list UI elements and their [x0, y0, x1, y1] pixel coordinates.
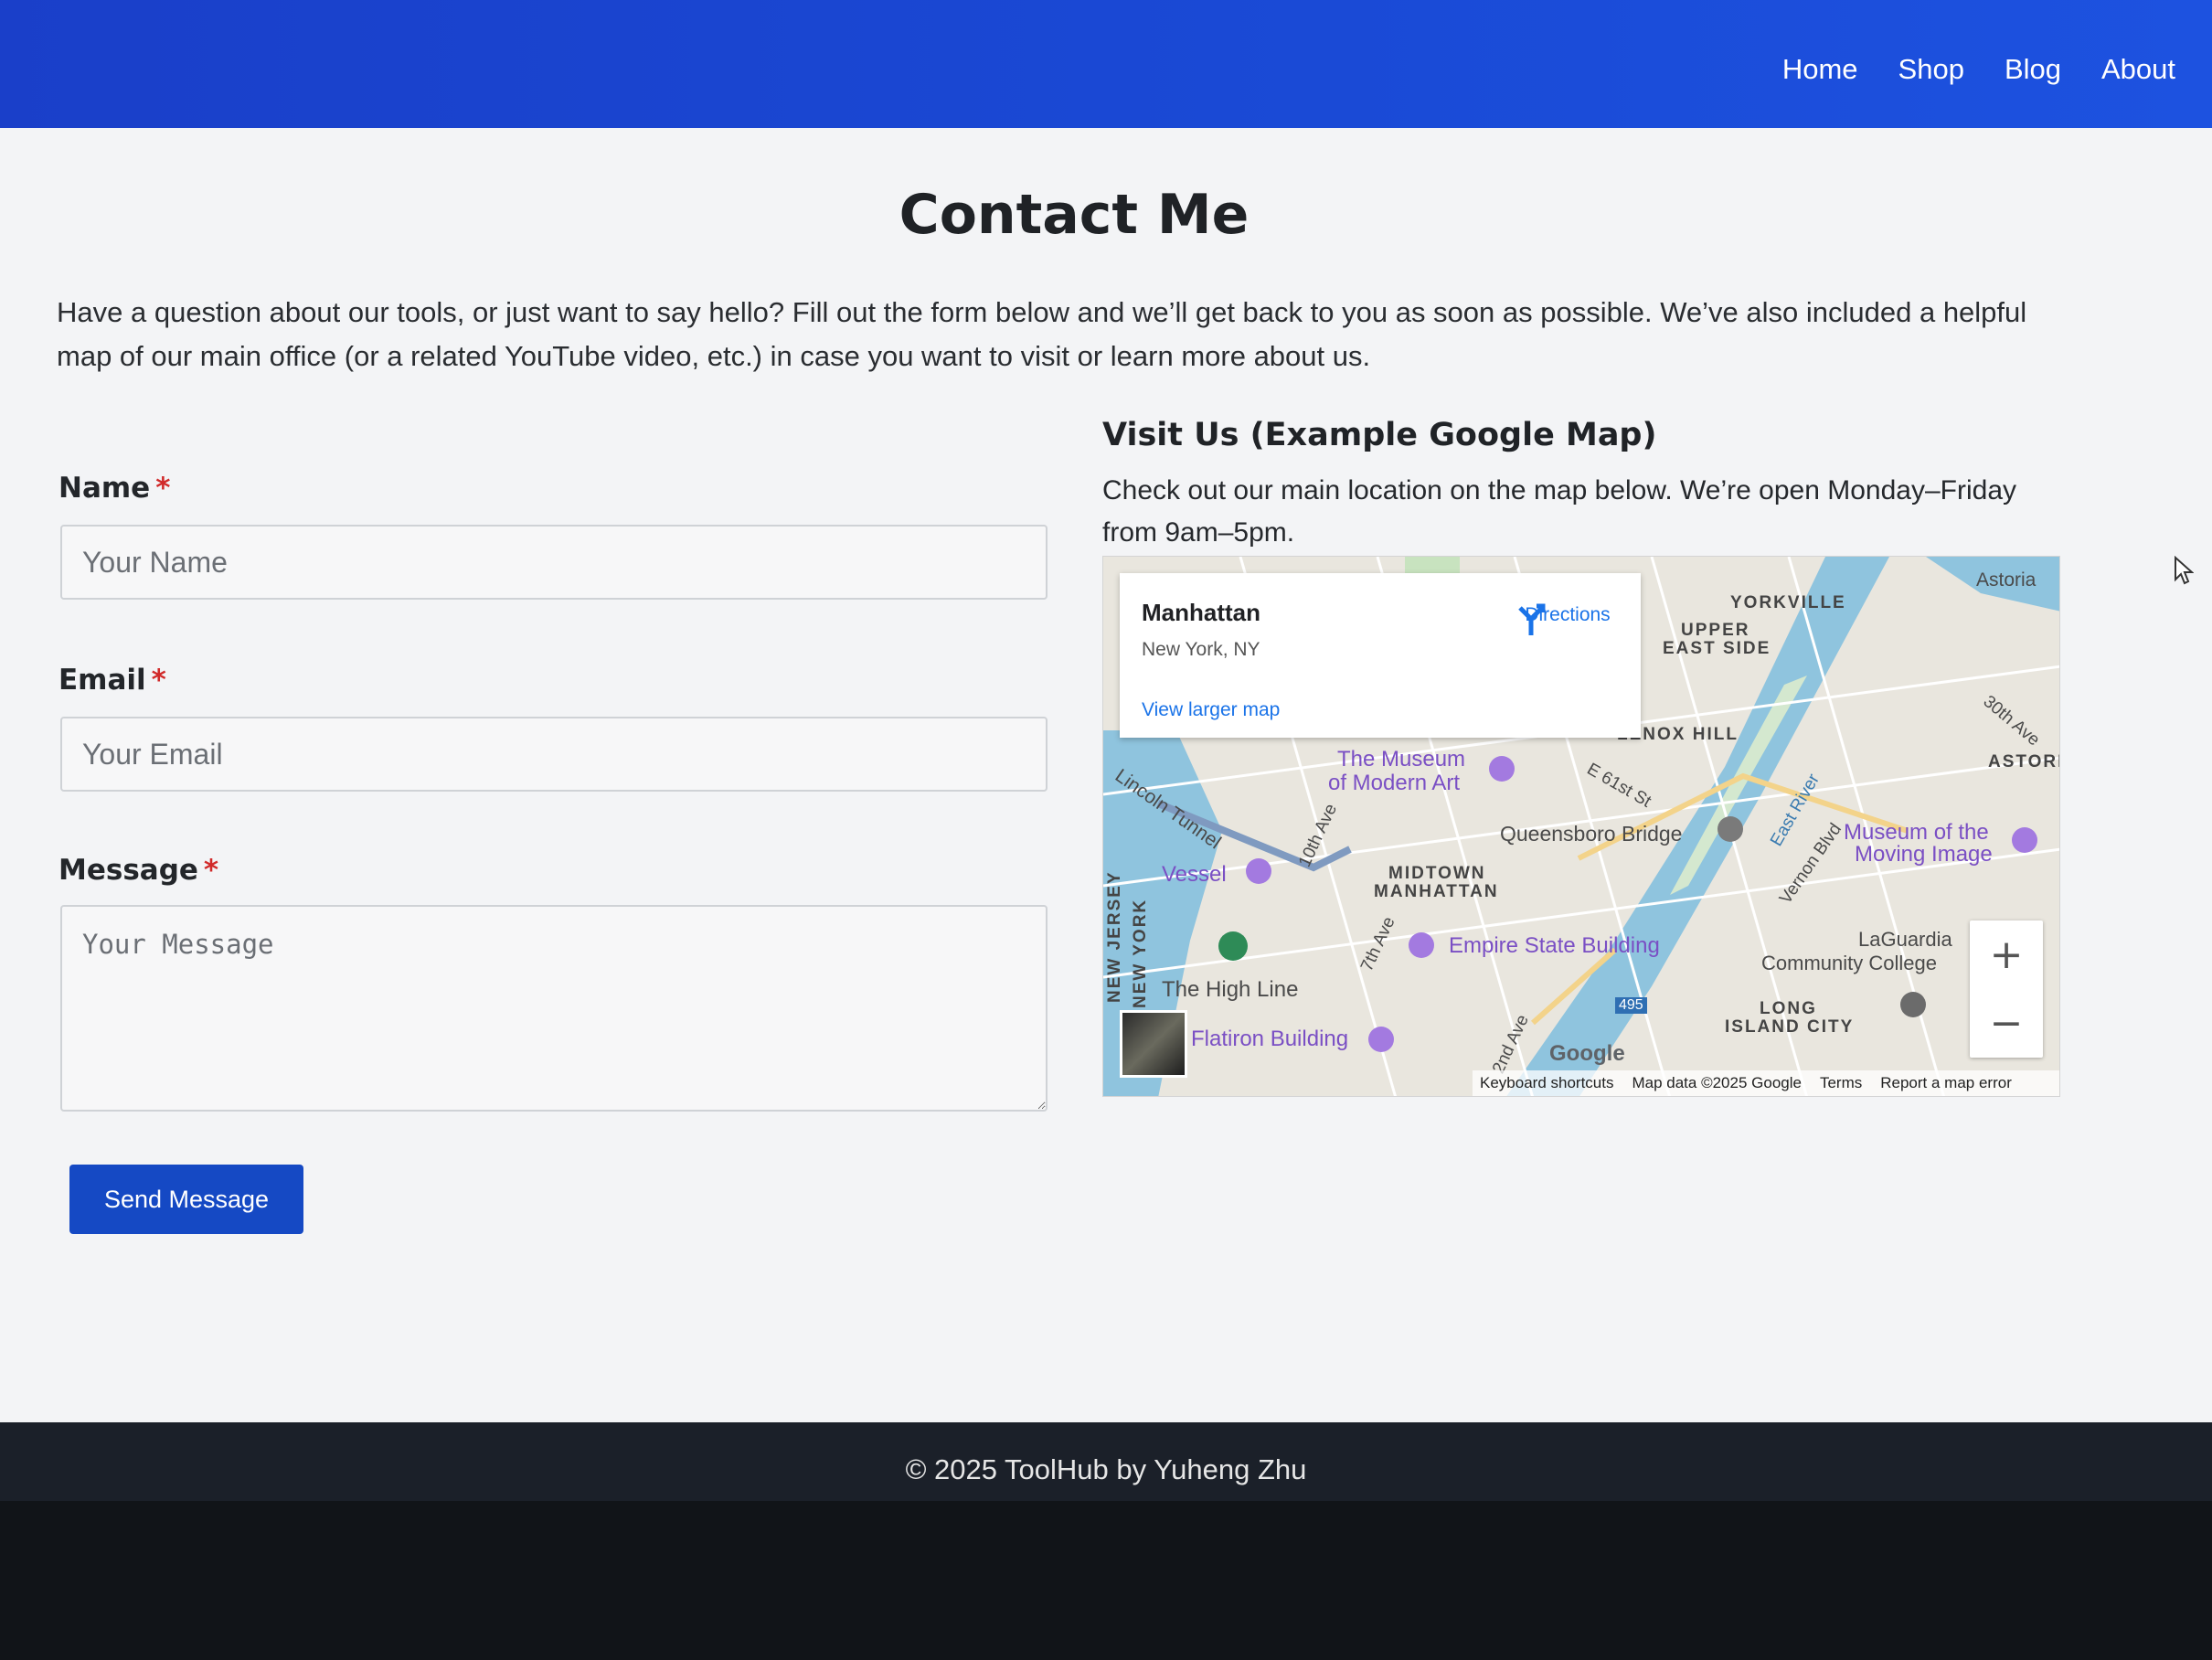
map-label-yorkville: YORKVILLE — [1730, 593, 1846, 612]
map-label-moving-image-2: Moving Image — [1855, 842, 1993, 867]
required-mark: * — [155, 472, 171, 505]
page-title: Contact Me — [899, 183, 1250, 247]
nav-blog-link[interactable]: Blog — [2005, 53, 2061, 86]
satellite-view-toggle[interactable] — [1120, 1010, 1187, 1078]
map-label-high-line: The High Line — [1162, 977, 1299, 1002]
google-map-embed[interactable]: YORKVILLE UPPER EAST SIDE LENOX HILL Ast… — [1102, 556, 2060, 1097]
send-message-button[interactable]: Send Message — [69, 1165, 303, 1234]
site-header: Home Shop Blog About — [0, 0, 2212, 128]
map-label-new-york: NEW YORK — [1131, 898, 1150, 1008]
map-label-midtown-2: MANHATTAN — [1374, 882, 1499, 901]
mouse-cursor-icon — [2175, 556, 2194, 585]
nav-home-link[interactable]: Home — [1782, 53, 1858, 86]
terms-link[interactable]: Terms — [1820, 1074, 1862, 1092]
map-data-text: Map data ©2025 Google — [1632, 1074, 1802, 1091]
intro-text: Have a question about our tools, or just… — [57, 296, 2027, 372]
map-label-moma-2: of Modern Art — [1328, 771, 1461, 795]
required-mark: * — [151, 664, 166, 697]
directions-button[interactable]: Directions — [1513, 601, 1622, 635]
map-label-empire-state: Empire State Building — [1449, 933, 1660, 958]
message-label-text: Message — [58, 854, 198, 887]
map-label-queensboro-bridge: Queensboro Bridge — [1500, 822, 1683, 846]
map-label-midtown: MIDTOWN — [1388, 864, 1486, 883]
map-label-upper-east-side: UPPER — [1681, 621, 1750, 640]
map-label-flatiron: Flatiron Building — [1191, 1027, 1349, 1051]
page-body: Home Shop Blog About Contact Me Have a q… — [0, 0, 2212, 1501]
visit-title: Visit Us (Example Google Map) — [1102, 417, 1657, 453]
name-label: Name * — [58, 472, 170, 505]
map-label-astoria: Astoria — [1976, 569, 2037, 591]
map-label-laguardia-2: Community College — [1761, 952, 1937, 974]
map-label-astoria-caps: ASTORI — [1988, 752, 2060, 771]
map-label-new-jersey: NEW JERSEY — [1105, 870, 1124, 1003]
map-info-card: Manhattan New York, NY Directions View l… — [1120, 573, 1641, 738]
zoom-in-button[interactable]: + — [1970, 920, 2043, 989]
directions-icon — [1518, 603, 1546, 635]
email-label: Email * — [58, 664, 166, 697]
email-label-text: Email — [58, 664, 146, 697]
map-label-long-island: LONG — [1760, 999, 1817, 1018]
message-label: Message * — [58, 854, 218, 887]
map-label-vessel: Vessel — [1162, 862, 1227, 887]
site-footer: © 2025 ToolHub by Yuheng Zhu — [0, 1422, 2212, 1501]
keyboard-shortcuts-link[interactable]: Keyboard shortcuts — [1480, 1074, 1613, 1092]
main-nav: Home Shop Blog About — [1782, 53, 2175, 86]
map-label-moma: The Museum — [1337, 747, 1466, 771]
name-input[interactable] — [60, 525, 1048, 600]
google-logo: Google — [1549, 1041, 1625, 1066]
name-label-text: Name — [58, 472, 151, 505]
map-label-long-island-2: ISLAND CITY — [1725, 1017, 1855, 1037]
map-label-laguardia: LaGuardia — [1858, 928, 1952, 951]
map-label-i495: 495 — [1615, 997, 1647, 1014]
nav-shop-link[interactable]: Shop — [1898, 53, 1964, 86]
visit-text: Check out our main location on the map b… — [1102, 475, 2017, 548]
required-mark: * — [203, 854, 219, 887]
map-label-upper-east-side-2: EAST SIDE — [1663, 639, 1771, 658]
email-input[interactable] — [60, 717, 1048, 792]
report-map-error-link[interactable]: Report a map error — [1880, 1074, 2012, 1092]
map-place-name: Manhattan — [1142, 599, 1260, 626]
map-attribution-bar: Keyboard shortcuts Map data ©2025 Google… — [1473, 1070, 2059, 1096]
map-place-address: New York, NY — [1142, 639, 1260, 660]
message-textarea[interactable] — [60, 905, 1048, 1112]
zoom-out-button[interactable]: − — [1970, 989, 2043, 1058]
map-zoom-control: + − — [1970, 920, 2043, 1058]
footer-copyright: © 2025 ToolHub by Yuheng Zhu — [905, 1453, 1307, 1485]
view-larger-map-link[interactable]: View larger map — [1142, 699, 1280, 721]
nav-about-link[interactable]: About — [2101, 53, 2175, 86]
